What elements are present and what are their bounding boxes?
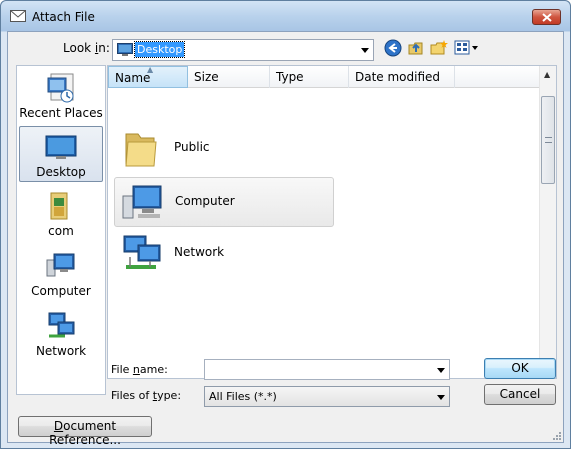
resize-grip-icon[interactable]	[551, 430, 561, 440]
place-label: com	[48, 224, 74, 238]
chevron-down-icon[interactable]	[437, 368, 445, 373]
list-item-network[interactable]: Network	[114, 229, 334, 277]
chevron-down-icon	[361, 48, 369, 53]
attach-file-dialog: Attach File Look in: Desktop Recent Plac…	[0, 0, 571, 449]
place-label: Network	[35, 344, 87, 358]
ok-button[interactable]: OK	[484, 358, 556, 379]
file-name-combo[interactable]	[204, 359, 450, 380]
look-in-value: Desktop	[133, 41, 186, 58]
place-computer[interactable]: Computer	[19, 246, 103, 302]
file-name-label: File name:	[111, 363, 168, 376]
file-type-value: All Files (*.*)	[209, 390, 277, 403]
file-list[interactable]: ▲ Name Size Type Date modified Public Co…	[107, 65, 557, 379]
column-name[interactable]: ▲ Name	[108, 65, 188, 88]
scroll-thumb[interactable]	[541, 96, 555, 184]
item-label: Public	[174, 140, 210, 154]
computer-icon	[46, 253, 75, 277]
item-label: Network	[174, 245, 225, 259]
recent-places-icon	[47, 73, 74, 103]
chevron-down-icon	[437, 395, 445, 400]
place-com[interactable]: com	[19, 186, 103, 242]
place-label: Recent Places	[19, 106, 103, 120]
window-title: Attach File	[32, 10, 95, 24]
place-network[interactable]: Network	[19, 306, 103, 362]
item-label: Computer	[175, 194, 235, 208]
list-item-computer[interactable]: Computer	[114, 177, 334, 227]
envelope-icon	[10, 10, 26, 22]
folder-icon	[125, 133, 157, 167]
place-recent-places[interactable]: Recent Places	[19, 68, 103, 124]
place-label: Desktop	[36, 165, 86, 179]
user-folder-icon	[50, 192, 68, 220]
close-icon	[542, 13, 552, 22]
sort-ascending-icon: ▲	[147, 65, 154, 74]
column-size[interactable]: Size	[188, 66, 270, 88]
vertical-scrollbar[interactable]: ▲ ▼	[539, 66, 556, 378]
file-type-select[interactable]: All Files (*.*)	[204, 386, 450, 407]
place-desktop[interactable]: Desktop	[19, 126, 103, 182]
back-icon[interactable]	[384, 39, 402, 57]
column-header-row: ▲ Name Size Type Date modified	[108, 65, 540, 88]
column-date-modified[interactable]: Date modified	[349, 66, 455, 88]
places-bar: Recent Places Desktop com Computer Netwo…	[16, 65, 106, 395]
new-folder-icon[interactable]	[430, 39, 448, 57]
network-icon	[123, 235, 161, 269]
cancel-button[interactable]: Cancel	[484, 384, 556, 405]
document-reference-button[interactable]: Document Reference...	[18, 416, 152, 447]
title-bar[interactable]: Attach File	[1, 1, 570, 31]
list-item-public[interactable]: Public	[114, 124, 334, 172]
desktop-icon	[117, 43, 133, 56]
look-in-label: Look in:	[63, 41, 110, 55]
file-type-label: Files of type:	[111, 389, 182, 402]
place-label: Computer	[31, 284, 91, 298]
column-type[interactable]: Type	[270, 66, 349, 88]
desktop-icon	[45, 135, 77, 159]
dialog-body: Look in: Desktop Recent Places Desktop c…	[7, 31, 564, 447]
close-button[interactable]	[532, 9, 561, 25]
view-menu-icon[interactable]	[454, 39, 480, 57]
network-icon	[48, 312, 75, 338]
up-folder-icon[interactable]	[407, 39, 425, 57]
scroll-up-icon[interactable]: ▲	[544, 70, 550, 79]
look-in-combo[interactable]: Desktop	[112, 39, 374, 61]
computer-icon	[122, 185, 162, 219]
